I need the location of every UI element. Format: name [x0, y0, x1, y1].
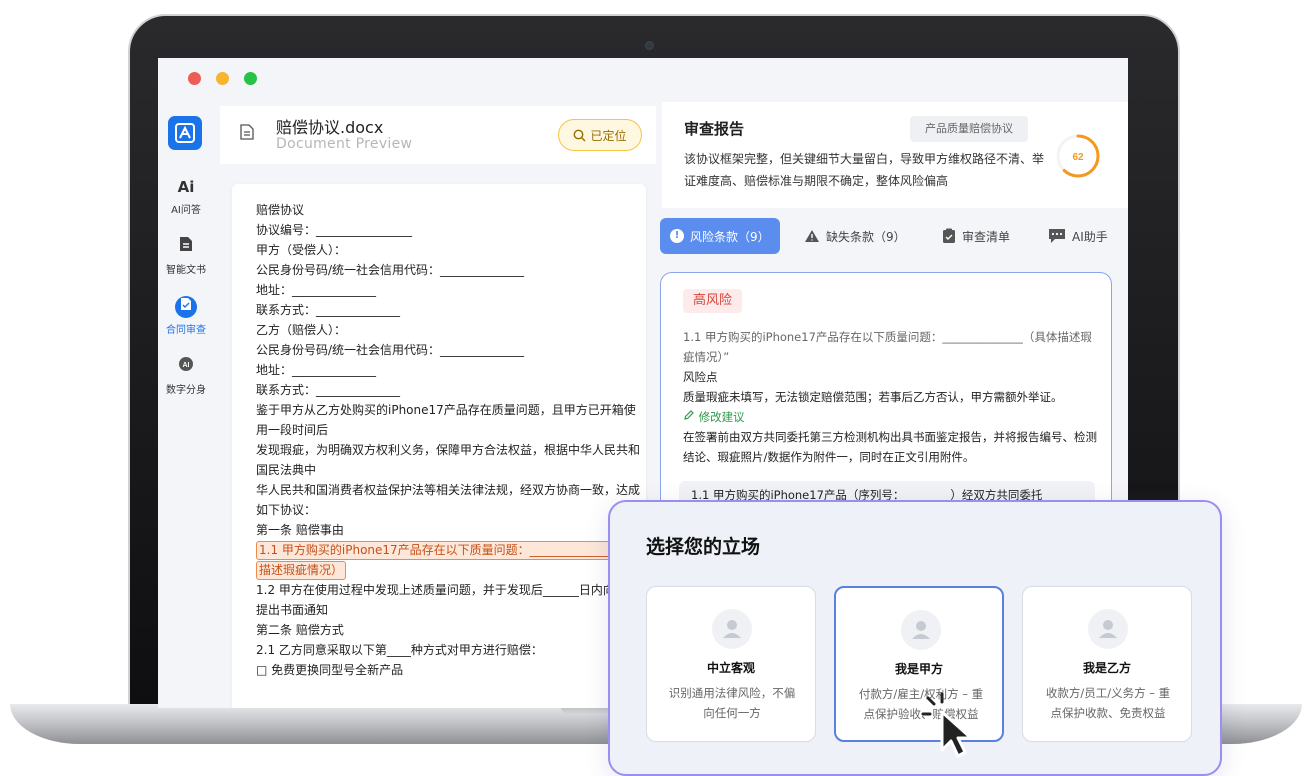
document-line: 1.2 甲方在使用过程中发现上述质量问题，并于发现后______日内向乙方	[256, 583, 639, 597]
stance-title: 选择您的立场	[646, 536, 761, 558]
camera-icon	[645, 41, 654, 50]
document-title: 赔偿协议.docx	[276, 118, 384, 137]
document-line: 用一段时间后	[256, 423, 329, 437]
review-report: 审查报告 产品质量赔偿协议 该协议框架完整，但关键细节大量留白，导致甲方维权路径…	[662, 102, 1128, 208]
report-tag: 产品质量赔偿协议	[910, 116, 1028, 142]
document-line: 发现瑕疵，为明确双方权利义务，保障甲方合法权益，根据中华人民共和	[256, 443, 641, 457]
sidebar-item-digital-avatar[interactable]: AI 数字分身	[158, 356, 214, 396]
sidebar-item-ai-qa[interactable]: Ai AI问答	[158, 176, 214, 216]
report-title: 审查报告	[684, 120, 745, 138]
sidebar-item-contract-review[interactable]: 合同审查	[158, 296, 214, 336]
tab-label: 审查清单	[962, 229, 1011, 244]
document-preview[interactable]: 赔偿协议协议编号：________________ 甲方（受偿人）： 公民身份号码/…	[232, 184, 646, 708]
report-summary: 该协议框架完整，但关键细节大量留白，导致甲方维权路径不清、举证难度高、赔偿标准与…	[684, 152, 1045, 188]
document-line: 甲方（受偿人）：	[256, 243, 347, 257]
risk-point-text: 质量瑕疵未填写，无法锁定赔偿范围；若事后乙方否认，甲方需额外举证。	[683, 390, 1063, 404]
exclamation-icon: !	[670, 229, 684, 243]
document-line: □ 免费更换同型号全新产品	[256, 663, 404, 677]
document-line: 联系方式：______________	[256, 383, 401, 397]
contract-review-icon	[175, 296, 197, 318]
document-line: 第二条 赔偿方式	[256, 623, 344, 637]
document-line: 乙方（赔偿人）：	[256, 323, 347, 337]
app-logo[interactable]	[168, 116, 202, 150]
document-line: 第一条 赔偿事由	[256, 523, 344, 537]
sidebar-item-label: 数字分身	[166, 385, 206, 396]
tab-checklist[interactable]: 审查清单	[942, 218, 1010, 254]
digital-avatar-icon: AI	[175, 356, 197, 378]
document-line: 地址：______________	[256, 283, 377, 297]
document-line: 联系方式：______________	[256, 303, 401, 317]
sidebar-item-label: 智能文书	[166, 265, 206, 276]
tab-label: 风险条款（9）	[690, 229, 770, 244]
document-line: 地址：______________	[256, 363, 377, 377]
window-close-dot[interactable]	[188, 72, 201, 85]
highlighted-clause[interactable]: 描述瑕疵情况）	[256, 561, 347, 580]
stance-option-title: 我是甲方	[894, 662, 943, 676]
tab-risk-clauses[interactable]: ! 风险条款（9）	[660, 218, 780, 254]
window-minimize-dot[interactable]	[216, 72, 229, 85]
suggestion-text: 在签署前由双方共同委托第三方检测机构出具书面鉴定报告，并将报告编号、检测结论、瑕…	[683, 430, 1097, 464]
logo-icon	[175, 123, 195, 143]
highlighted-clause[interactable]: 1.1 甲方购买的iPhone17产品存在以下质量问题：____________…	[256, 541, 646, 560]
stance-option-title: 中立客观	[706, 661, 755, 675]
tab-label: AI助手	[1072, 229, 1108, 244]
tab-missing-clauses[interactable]: 缺失条款（9）	[804, 218, 906, 254]
mouse-cursor-icon	[921, 692, 973, 758]
document-line: 鉴于甲方从乙方处购买的iPhone17产品存在质量问题，且甲方已开箱使	[256, 403, 636, 417]
stance-option-party-b[interactable]: 我是乙方 收款方/员工/义务方 – 重点保护收款、免责权益	[1022, 586, 1192, 742]
document-icon	[175, 236, 197, 258]
score-gauge: 62	[1056, 134, 1100, 178]
tab-label: 缺失条款（9）	[826, 229, 906, 244]
score-value: 62	[1072, 152, 1084, 163]
sidebar-item-label: AI问答	[171, 205, 201, 216]
checklist-icon	[943, 228, 955, 243]
stance-dialog: 选择您的立场 中立客观 识别通用法律风险，不偏向任何一方 我是甲方 付款方/雇主…	[608, 500, 1222, 776]
suggestion-header: 修改建议	[683, 407, 1097, 427]
search-icon	[574, 129, 586, 141]
stance-option-desc: 识别通用法律风险，不偏向任何一方	[668, 686, 796, 720]
document-line: 公民身份号码/统一社会信用代码：______________	[256, 343, 525, 357]
document-line: 如下协议：	[256, 503, 317, 517]
sidebar-item-smart-docs[interactable]: 智能文书	[158, 236, 214, 276]
document-line: 提出书面通知	[256, 603, 329, 617]
stance-option-neutral[interactable]: 中立客观 识别通用法律风险，不偏向任何一方	[646, 586, 816, 742]
sidebar: Ai AI问答 智能文书 合同审查 AI 数字分身	[158, 102, 214, 708]
document-line: 协议编号：________________	[256, 223, 413, 237]
document-line: 公民身份号码/统一社会信用代码：______________	[256, 263, 525, 277]
document-line: 赔偿协议	[256, 203, 305, 217]
chat-icon	[1049, 229, 1065, 243]
window-zoom-dot[interactable]	[244, 72, 257, 85]
stance-option-desc: 收款方/员工/义务方 – 重点保护收款、免责权益	[1045, 686, 1171, 720]
stance-option-title: 我是乙方	[1082, 661, 1131, 675]
user-avatar-icon	[712, 609, 752, 649]
tab-bar: ! 风险条款（9） 缺失条款（9） 审查清单 AI助手	[658, 218, 1128, 254]
document-line: 2.1 乙方同意采取以下第____种方式对甲方进行赔偿：	[256, 643, 543, 657]
user-avatar-icon	[1088, 609, 1128, 649]
risk-point-label: 风险点	[683, 370, 718, 384]
located-label: 已定位	[590, 128, 627, 143]
sidebar-item-label: 合同审查	[166, 325, 206, 336]
suggestion-label: 修改建议	[698, 410, 745, 424]
user-avatar-icon	[901, 610, 941, 650]
pencil-icon	[684, 410, 694, 420]
tab-ai-assistant[interactable]: AI助手	[1048, 218, 1108, 254]
risk-level-badge: 高风险	[683, 289, 743, 313]
document-line: 国民法典中	[256, 463, 317, 477]
located-button[interactable]: 已定位	[558, 119, 642, 151]
risk-clause-text: 1.1 甲方购买的iPhone17产品存在以下质量问题：____________…	[683, 330, 1092, 364]
ai-icon: Ai	[177, 178, 195, 196]
warning-triangle-icon	[805, 230, 819, 242]
svg-text:AI: AI	[183, 362, 190, 369]
document-line: 华人民共和国消费者权益保护法等相关法律法规，经双方协商一致，达成	[256, 483, 641, 497]
document-subtitle: Document Preview	[276, 136, 413, 152]
document-header: 赔偿协议.docx Document Preview 已定位	[220, 106, 656, 164]
file-icon	[240, 124, 254, 144]
